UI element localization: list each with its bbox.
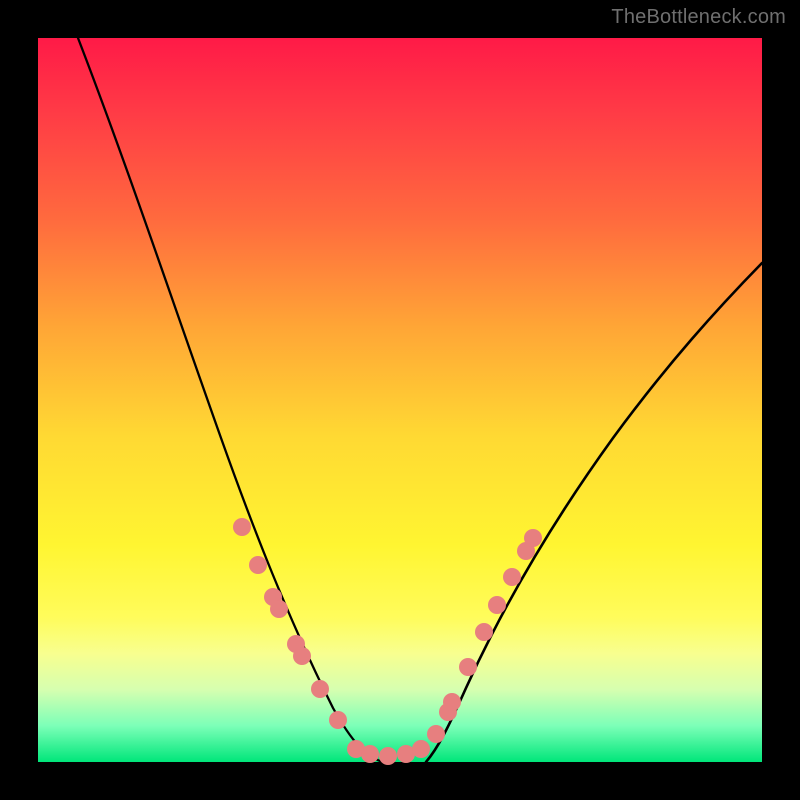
scatter-dot <box>459 658 477 676</box>
scatter-dots <box>233 518 542 765</box>
scatter-dot <box>412 740 430 758</box>
right-curve <box>426 263 762 762</box>
scatter-dot <box>524 529 542 547</box>
scatter-dot <box>270 600 288 618</box>
scatter-dot <box>503 568 521 586</box>
watermark-text: TheBottleneck.com <box>611 6 786 29</box>
scatter-dot <box>475 623 493 641</box>
scatter-dot <box>329 711 347 729</box>
scatter-dot <box>293 647 311 665</box>
chart-frame: TheBottleneck.com <box>0 0 800 800</box>
curves-svg <box>38 38 762 762</box>
plot-area <box>38 38 762 762</box>
scatter-dot <box>311 680 329 698</box>
scatter-dot <box>488 596 506 614</box>
left-curve <box>78 38 383 762</box>
scatter-dot <box>361 745 379 763</box>
scatter-dot <box>443 693 461 711</box>
scatter-dot <box>427 725 445 743</box>
scatter-dot <box>379 747 397 765</box>
scatter-dot <box>249 556 267 574</box>
scatter-dot <box>233 518 251 536</box>
